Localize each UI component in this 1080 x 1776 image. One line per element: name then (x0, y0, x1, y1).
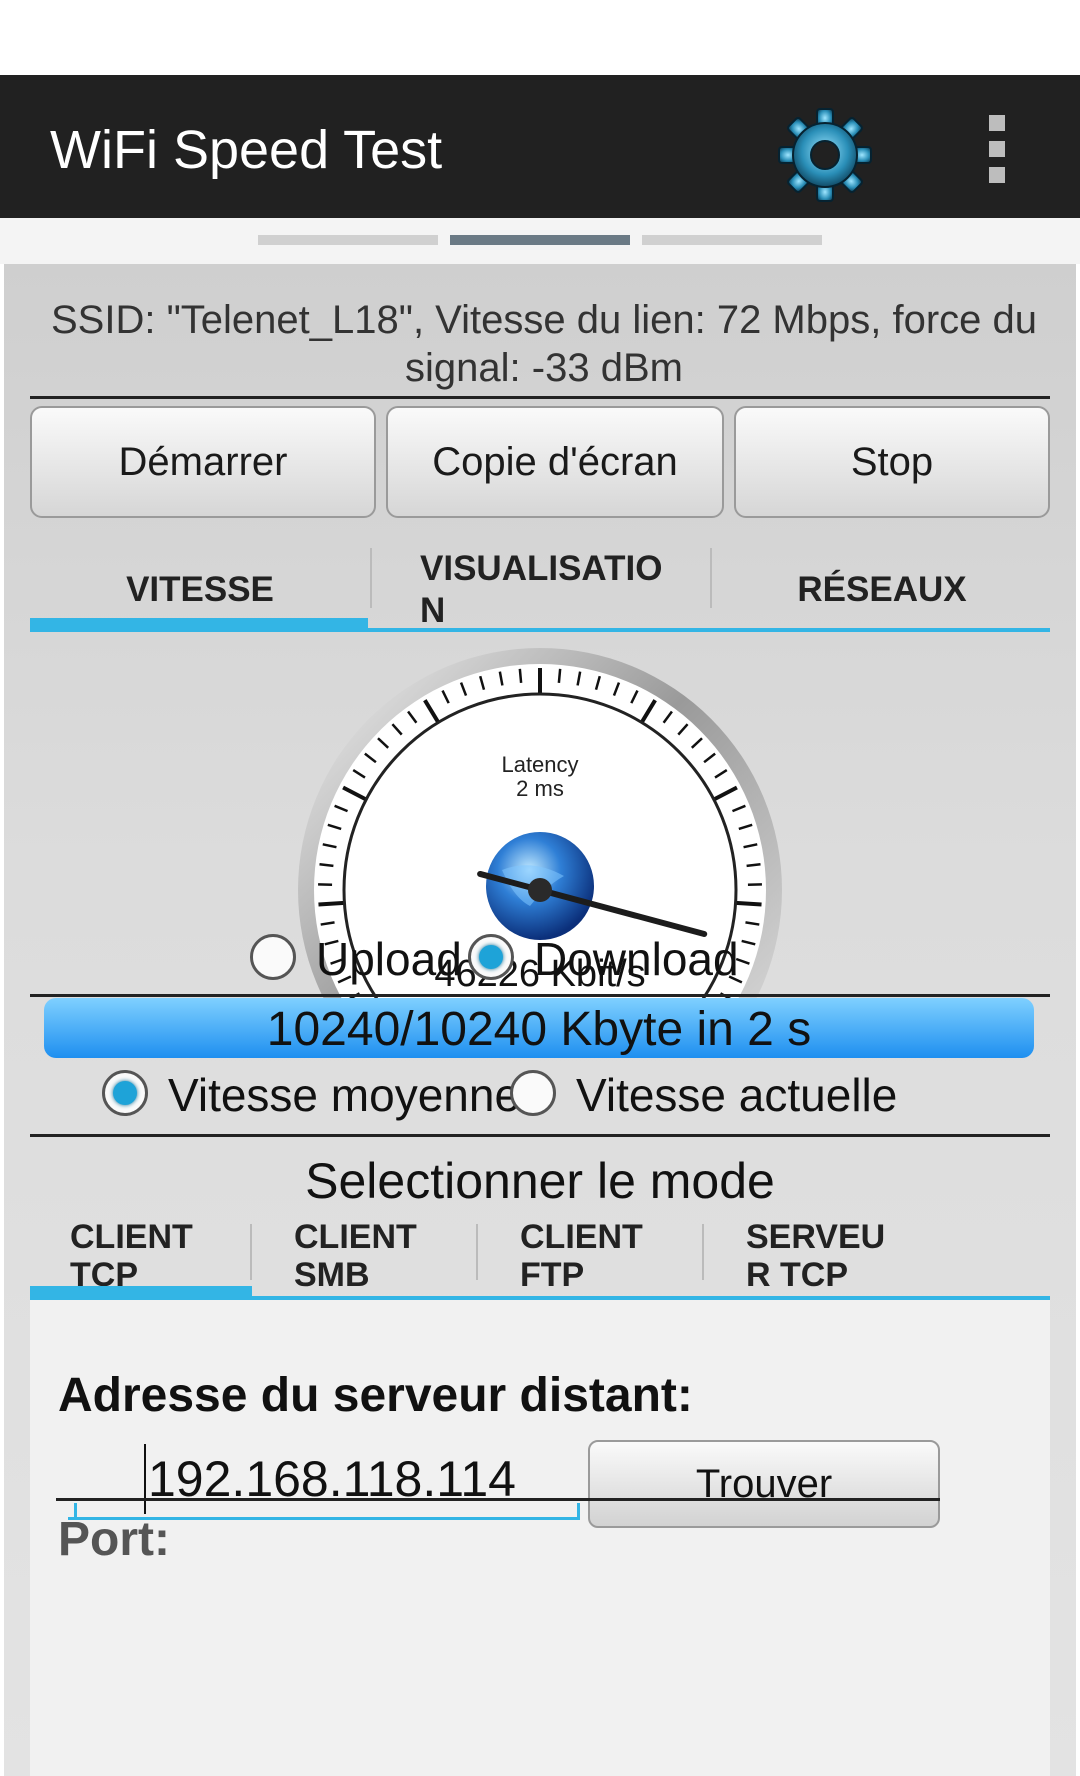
gauge-minor-tick (746, 862, 761, 868)
current-speed-label: Vitesse actuelle (576, 1069, 898, 1121)
tab-server-tcp[interactable]: SERVEU R TCP (746, 1218, 885, 1294)
tab-label-line: CLIENT (70, 1218, 193, 1256)
average-speed-radio[interactable] (102, 1070, 148, 1116)
main-content: SSID: "Telenet_L18", Vitesse du lien: 72… (4, 264, 1076, 1776)
tab-label-line: SMB (294, 1256, 370, 1294)
mode-title: Selectionner le mode (305, 1153, 775, 1209)
divider (30, 1134, 1050, 1137)
tab-client-tcp[interactable]: CLIENT TCP (70, 1218, 193, 1294)
port-label: Port: (58, 1513, 170, 1566)
tab-reseaux[interactable]: RÉSEAUX (714, 542, 1050, 638)
latency-label: Latency (501, 752, 578, 777)
overflow-menu-icon[interactable] (982, 115, 1012, 185)
tab-label-line: CLIENT (294, 1218, 417, 1256)
screenshot-button[interactable]: Copie d'écran (386, 406, 724, 518)
download-label: Download (534, 933, 739, 985)
tab-selected-indicator (30, 618, 368, 632)
status-bar (0, 0, 1080, 75)
tab-separator (710, 548, 712, 608)
divider (56, 1498, 940, 1501)
average-speed-label: Vitesse moyenne (168, 1069, 521, 1121)
gauge-major-tick (735, 900, 762, 907)
upload-radio[interactable] (250, 934, 296, 980)
divider (30, 396, 1050, 399)
latency-value: 2 ms (516, 776, 564, 801)
tab-separator (370, 548, 372, 608)
find-button[interactable]: Trouver (588, 1440, 940, 1528)
divider (30, 994, 1050, 997)
tab-separator (702, 1224, 704, 1280)
tab-visualisation-label: VISUALISATIO N (420, 549, 663, 630)
stop-button[interactable]: Stop (734, 406, 1050, 518)
page-dot-1 (258, 235, 438, 245)
current-speed-radio[interactable] (510, 1070, 556, 1116)
server-address-input[interactable]: 192.168.118.114 (68, 1444, 580, 1520)
download-radio[interactable] (468, 934, 514, 980)
page-dot-2 (450, 235, 630, 245)
server-panel: Adresse du serveur distant: 192.168.118.… (30, 1300, 1050, 1776)
tab-label-line: R TCP (746, 1256, 848, 1294)
network-info: SSID: "Telenet_L18", Vitesse du lien: 72… (50, 298, 1037, 390)
text-caret (144, 1444, 146, 1514)
tab-separator (250, 1224, 252, 1280)
gauge-minor-tick (319, 862, 334, 868)
gauge-minor-tick (557, 668, 562, 683)
gauge-major-tick (318, 900, 345, 907)
progress-bar: 10240/10240 Kbyte in 2 s (44, 998, 1034, 1058)
upload-label: Upload (316, 933, 462, 985)
tab-label-line: FTP (520, 1256, 585, 1294)
mode-tab-selected-indicator (30, 1286, 252, 1300)
gauge-minor-tick (518, 668, 523, 683)
action-bar: WiFi Speed Test (0, 75, 1080, 218)
tab-client-ftp[interactable]: CLIENT FTP (520, 1218, 643, 1294)
tab-client-smb[interactable]: CLIENT SMB (294, 1218, 417, 1294)
tab-label-line: CLIENT (520, 1218, 643, 1256)
start-button[interactable]: Démarrer (30, 406, 376, 518)
page-dot-3 (642, 235, 822, 245)
page-indicator (0, 218, 1080, 264)
gear-icon[interactable] (775, 105, 875, 205)
app-title: WiFi Speed Test (50, 120, 443, 180)
server-address-label: Adresse du serveur distant: (58, 1369, 693, 1422)
tab-separator (476, 1224, 478, 1280)
tab-visualisation[interactable]: VISUALISATIO N (374, 542, 714, 638)
tab-label-line: SERVEU (746, 1218, 886, 1256)
